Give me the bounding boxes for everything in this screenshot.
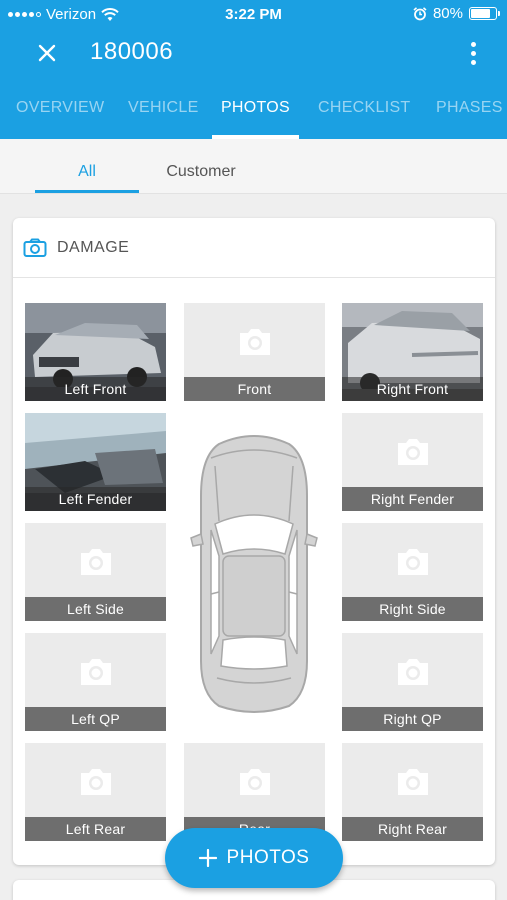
alarm-icon — [413, 6, 427, 20]
camera-icon — [23, 238, 47, 257]
tile-label: Left QP — [25, 707, 166, 731]
camera-placeholder-icon — [239, 329, 270, 355]
status-right: 80% — [413, 5, 500, 22]
photo-tile-rear[interactable]: Rear — [184, 743, 325, 841]
tile-label: Right QP — [342, 707, 483, 731]
tab-phases[interactable]: PHASES — [436, 82, 502, 139]
app-bar: Verizon 3:22 PM 80% 180006 OVERVIEW VEHI… — [0, 0, 507, 139]
damage-card-title: DAMAGE — [57, 239, 130, 256]
tab-bar: OVERVIEW VEHICLE PHOTOS CHECKLIST PHASES — [0, 82, 507, 139]
camera-placeholder-icon — [80, 549, 111, 575]
photo-tile-front[interactable]: Front — [184, 303, 325, 401]
camera-placeholder-icon — [397, 769, 428, 795]
tile-label: Left Rear — [25, 817, 166, 841]
battery-fill — [471, 9, 491, 18]
add-photos-label: PHOTOS — [226, 847, 310, 868]
tab-photos[interactable]: PHOTOS — [212, 82, 299, 139]
tab-checklist[interactable]: CHECKLIST — [318, 82, 410, 139]
add-photos-button[interactable]: PHOTOS — [165, 828, 343, 888]
plus-icon — [198, 849, 217, 867]
tile-label: Right Rear — [342, 817, 483, 841]
toolbar: 180006 — [0, 30, 507, 76]
tile-label: Right Fender — [342, 487, 483, 511]
photo-tile-left-front[interactable]: Left Front — [25, 303, 166, 401]
page-title: 180006 — [90, 38, 174, 65]
subtab-all[interactable]: All — [35, 139, 139, 194]
tile-label: Left Side — [25, 597, 166, 621]
photo-tile-left-rear[interactable]: Left Rear — [25, 743, 166, 841]
active-subtab-indicator — [35, 190, 139, 193]
photo-filter-tabs: All Customer — [0, 139, 507, 194]
photo-tile-left-fender[interactable]: Left Fender — [25, 413, 166, 511]
close-icon — [38, 44, 56, 62]
photo-tile-left-side[interactable]: Left Side — [25, 523, 166, 621]
photo-tile-right-qp[interactable]: Right QP — [342, 633, 483, 731]
close-button[interactable] — [30, 36, 64, 70]
camera-placeholder-icon — [397, 659, 428, 685]
tile-label: Right Front — [342, 377, 483, 401]
camera-placeholder-icon — [80, 769, 111, 795]
photo-tile-right-side[interactable]: Right Side — [342, 523, 483, 621]
tile-label: Right Side — [342, 597, 483, 621]
tile-label: Left Front — [25, 377, 166, 401]
camera-placeholder-icon — [80, 659, 111, 685]
damage-card: DAMAGE Left Front Front Right Front Left… — [13, 218, 495, 865]
photo-tile-left-qp[interactable]: Left QP — [25, 633, 166, 731]
tab-overview[interactable]: OVERVIEW — [16, 82, 104, 139]
more-menu-button[interactable] — [461, 38, 485, 68]
battery-percent: 80% — [432, 5, 463, 22]
photo-tile-right-fender[interactable]: Right Fender — [342, 413, 483, 511]
tab-vehicle[interactable]: VEHICLE — [128, 82, 198, 139]
car-top-view-diagram — [190, 435, 318, 713]
camera-placeholder-icon — [239, 769, 270, 795]
damage-card-header: DAMAGE — [13, 218, 495, 278]
photo-tile-right-rear[interactable]: Right Rear — [342, 743, 483, 841]
status-bar: Verizon 3:22 PM 80% — [0, 0, 507, 30]
battery-icon — [469, 7, 500, 20]
more-vertical-icon — [470, 41, 476, 65]
camera-placeholder-icon — [397, 549, 428, 575]
photo-tile-right-front[interactable]: Right Front — [342, 303, 483, 401]
subtab-customer[interactable]: Customer — [150, 139, 252, 194]
tile-label: Front — [184, 377, 325, 401]
camera-placeholder-icon — [397, 439, 428, 465]
tile-label: Left Fender — [25, 487, 166, 511]
